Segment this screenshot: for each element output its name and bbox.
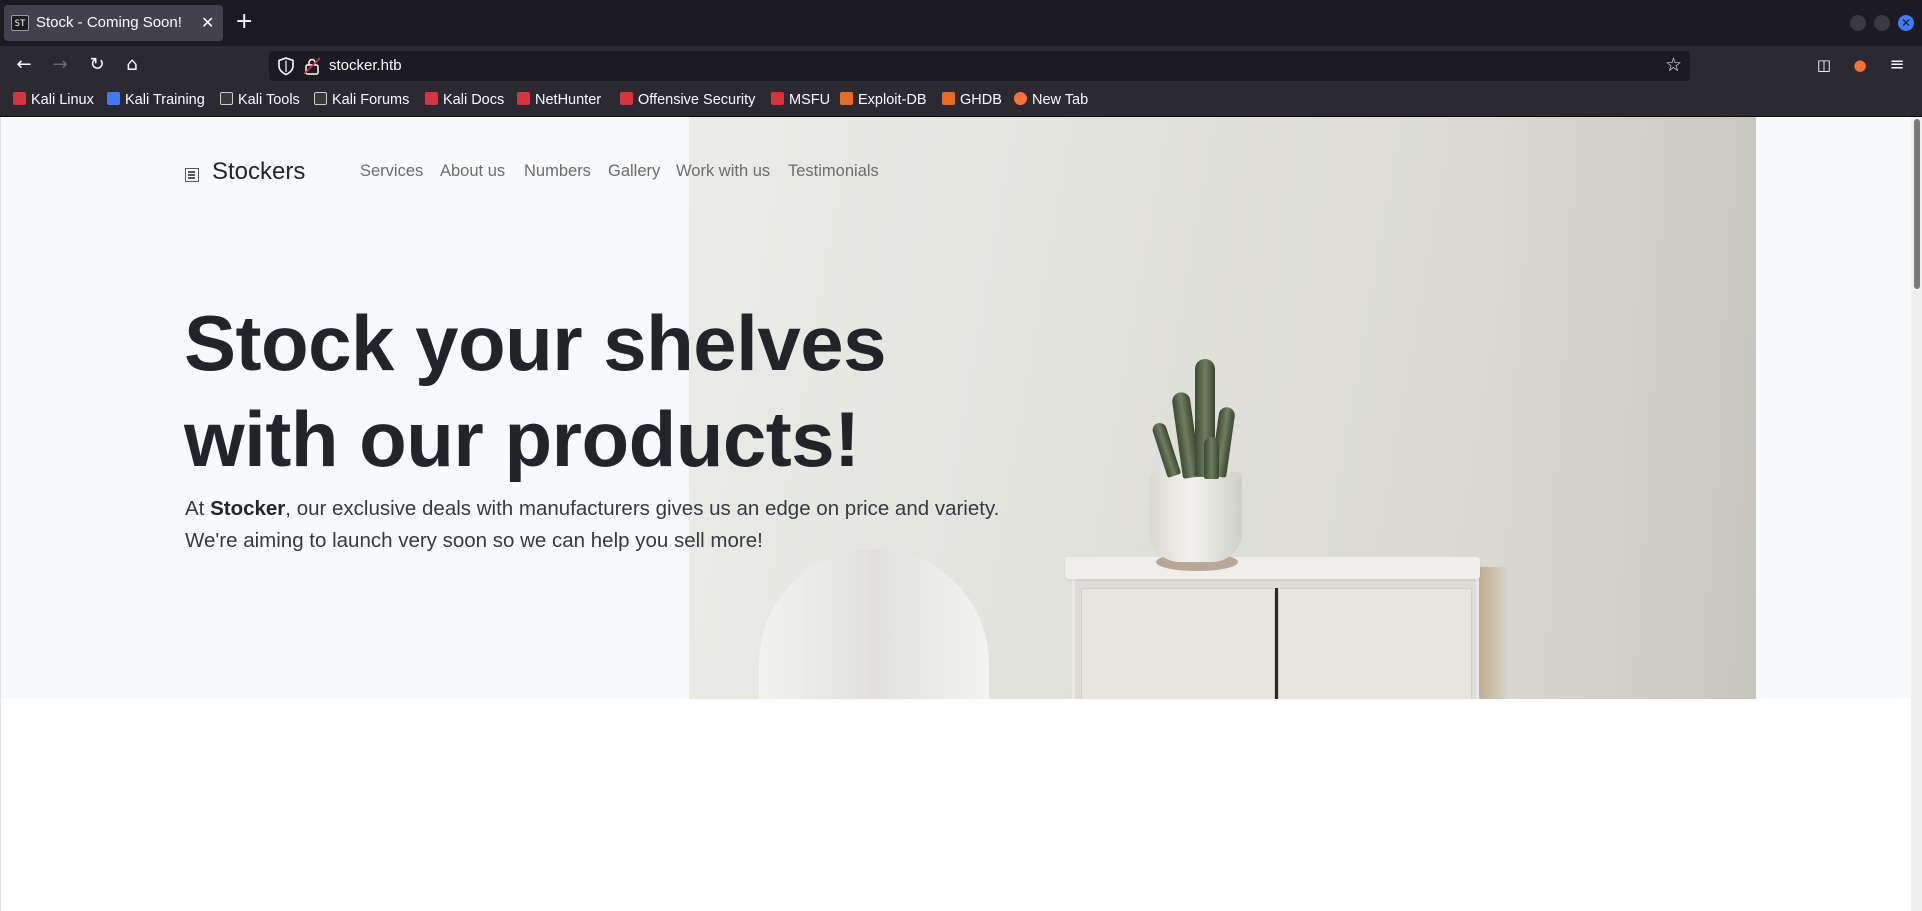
nav-link-numbers[interactable]: Numbers — [524, 162, 591, 181]
hero-lead-text: At Stocker, our exclusive deals with man… — [185, 493, 1015, 557]
site-brand[interactable]: Stockers — [212, 158, 305, 186]
kali-dragon-icon — [13, 92, 26, 105]
headline-line-2: with our products! — [184, 395, 860, 483]
bookmark-exploit-db[interactable]: Exploit-DB — [840, 91, 927, 109]
lead-prefix: At — [185, 497, 211, 520]
hero-headline: Stock your shelves with our products! — [184, 295, 1084, 487]
bookmark-ghdb[interactable]: GHDB — [942, 91, 1002, 109]
kali-tools-icon — [220, 92, 233, 105]
bookmark-kali-forums[interactable]: Kali Forums — [314, 91, 409, 109]
browser-tab[interactable]: ST Stock - Coming Soon! ✕ — [4, 5, 223, 41]
nav-link-testimonials[interactable]: Testimonials — [788, 162, 879, 181]
navigation-toolbar: ← → ↻ ⌂ stocker.htb ☆ ◫ ● ≡ — [0, 46, 1922, 84]
pocket-icon[interactable]: ◫ — [1813, 54, 1835, 76]
page-viewport: Stockers Services About us Numbers Galle… — [0, 117, 1922, 911]
lock-icon[interactable] — [304, 57, 320, 75]
bookmark-label: New Tab — [1032, 92, 1089, 108]
bookmark-label: Kali Tools — [238, 92, 300, 108]
bookmarks-toolbar: Kali Linux Kali Training Kali Tools Kali… — [0, 84, 1922, 117]
url-text[interactable]: stocker.htb — [329, 57, 402, 74]
firefox-icon — [1014, 92, 1027, 105]
bookmark-label: Offensive Security — [638, 92, 756, 108]
bookmark-star-icon[interactable]: ☆ — [1665, 54, 1682, 76]
scrollbar-thumb[interactable] — [1914, 119, 1920, 289]
bookmark-label: Kali Training — [125, 92, 205, 108]
bookmark-offensive-security[interactable]: Offensive Security — [620, 91, 755, 109]
bookmark-nethunter[interactable]: NetHunter — [517, 91, 601, 109]
bookmark-label: Kali Linux — [31, 92, 94, 108]
hero-section: Stockers Services About us Numbers Galle… — [1, 117, 1911, 699]
nav-link-services[interactable]: Services — [360, 162, 423, 181]
hamburger-menu-icon[interactable]: ≡ — [1886, 54, 1908, 76]
bookmark-label: Kali Docs — [443, 92, 505, 108]
tab-bar: ST Stock - Coming Soon! ✕ + ✕ — [0, 0, 1922, 46]
nav-link-gallery[interactable]: Gallery — [608, 162, 660, 181]
kali-forums-icon — [314, 92, 327, 105]
minimize-window-icon[interactable] — [1850, 15, 1866, 31]
home-icon[interactable]: ⌂ — [121, 54, 143, 76]
nav-link-about-us[interactable]: About us — [440, 162, 505, 181]
tracking-shield-icon[interactable] — [277, 56, 295, 76]
bookmark-kali-training[interactable]: Kali Training — [107, 91, 205, 109]
reload-icon[interactable]: ↻ — [86, 54, 108, 76]
bookmark-kali-linux[interactable]: Kali Linux — [13, 91, 94, 109]
headline-line-1: Stock your shelves — [184, 299, 887, 387]
plant-pot-shape — [1150, 472, 1242, 562]
lead-brand: Stocker — [210, 497, 286, 520]
chair-shape — [759, 549, 989, 699]
msfu-icon — [771, 92, 784, 105]
bookmark-new-tab[interactable]: New Tab — [1014, 91, 1088, 109]
extension-fox-icon[interactable]: ● — [1849, 54, 1871, 76]
ghdb-icon — [942, 92, 955, 105]
tab-favicon-icon: ST — [11, 15, 29, 31]
tab-close-icon[interactable]: ✕ — [201, 13, 214, 32]
back-arrow-icon[interactable]: ← — [13, 54, 35, 76]
tab-title: Stock - Coming Soon! — [36, 14, 182, 31]
page-scrollbar[interactable] — [1911, 117, 1922, 911]
bookmark-label: NetHunter — [535, 92, 602, 108]
close-window-icon[interactable]: ✕ — [1898, 15, 1914, 31]
offsec-icon — [620, 92, 633, 105]
bookmark-label: MSFU — [789, 92, 831, 108]
kali-training-icon — [107, 92, 120, 105]
bookmark-label: Kali Forums — [332, 92, 410, 108]
nethunter-icon — [517, 92, 530, 105]
new-tab-plus-icon[interactable]: + — [235, 11, 253, 33]
bookmark-label: GHDB — [960, 92, 1002, 108]
nav-link-work-with-us[interactable]: Work with us — [676, 162, 770, 181]
brand-logo-icon[interactable] — [185, 168, 199, 182]
lead-rest: , our exclusive deals with manufacturers… — [185, 497, 1000, 552]
forward-arrow-icon[interactable]: → — [49, 54, 71, 76]
address-bar[interactable]: stocker.htb ☆ — [269, 51, 1690, 81]
bookmark-kali-tools[interactable]: Kali Tools — [220, 91, 300, 109]
cabinet-shape — [1072, 575, 1479, 699]
bookmark-msfu[interactable]: MSFU — [771, 91, 830, 109]
bookmark-label: Exploit-DB — [858, 92, 927, 108]
exploit-db-icon — [840, 92, 853, 105]
maximize-window-icon[interactable] — [1874, 15, 1890, 31]
bookmark-kali-docs[interactable]: Kali Docs — [425, 91, 504, 109]
kali-docs-icon — [425, 92, 438, 105]
